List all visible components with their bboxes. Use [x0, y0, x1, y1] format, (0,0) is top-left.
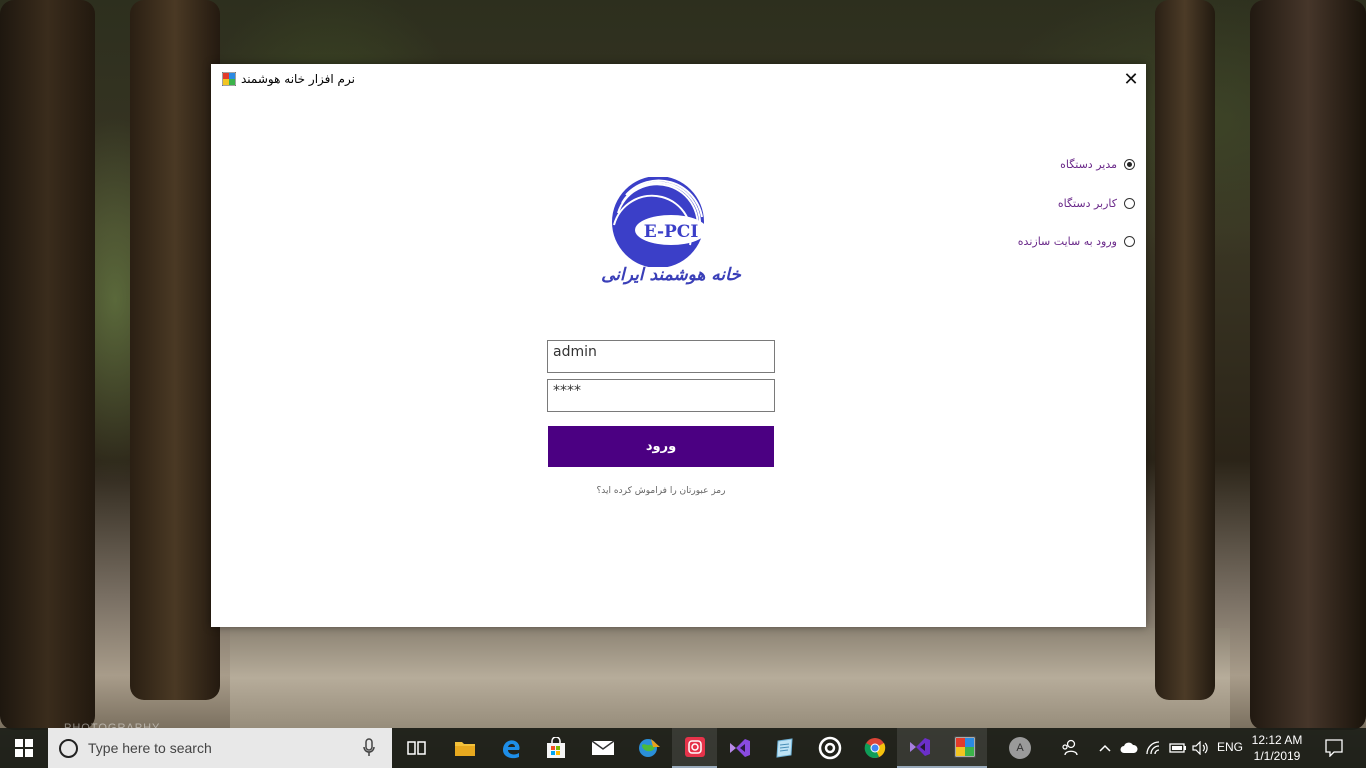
radio-button[interactable]: [1124, 198, 1135, 209]
file-explorer-icon: [454, 742, 475, 756]
radio-option-manufacturer-site[interactable]: ورود به سایت سازنده: [1018, 235, 1135, 248]
company-logo: E-PCI خانه هوشمند ایرانی: [596, 176, 761, 292]
input-language-indicator[interactable]: ENG: [1217, 740, 1243, 754]
cloud-icon: [1120, 742, 1138, 753]
notepad-button[interactable]: [762, 728, 807, 768]
tree-trunk: [130, 0, 220, 700]
edge-button[interactable]: [488, 728, 533, 768]
speaker-icon: [1192, 741, 1208, 755]
tray-overflow-button[interactable]: [1096, 728, 1114, 768]
groove-icon: [818, 736, 841, 760]
clock-time: 12:12 AM: [1251, 733, 1303, 747]
logo-brand-text: E-PCI: [644, 222, 699, 242]
chevron-up-icon: [1099, 744, 1111, 752]
radio-option-device-user[interactable]: کاربر دستگاه: [1058, 197, 1135, 210]
earth-app-icon: [638, 739, 660, 757]
notification-icon: [1325, 739, 1343, 757]
network-button[interactable]: [1143, 728, 1165, 768]
password-input[interactable]: ****: [547, 379, 775, 412]
store-button[interactable]: [533, 728, 578, 768]
wifi-icon: [1146, 741, 1160, 755]
chrome-button[interactable]: [852, 728, 897, 768]
battery-icon: [1169, 743, 1186, 753]
edge-icon: [502, 740, 520, 759]
smart-home-app-icon: [954, 736, 975, 758]
action-center-button[interactable]: [1318, 728, 1350, 768]
visual-studio-button[interactable]: [717, 728, 762, 768]
earth-app-button[interactable]: [626, 728, 671, 768]
mail-button[interactable]: [580, 728, 625, 768]
battery-button[interactable]: [1167, 728, 1189, 768]
title-bar[interactable]: نرم افزار خانه هوشمند ✕: [211, 64, 1146, 95]
close-icon: ✕: [1123, 69, 1139, 90]
radio-label: مدیر دستگاه: [1060, 158, 1117, 171]
taskbar-search-box[interactable]: Type here to search: [48, 728, 392, 768]
username-input[interactable]: admin: [547, 340, 775, 373]
login-window: نرم افزار خانه هوشمند ✕ مدیر دستگاه کارب…: [211, 64, 1146, 627]
task-view-icon: [406, 741, 426, 755]
system-clock[interactable]: 12:12 AM 1/1/2019: [1244, 732, 1310, 764]
tree-trunk: [1155, 0, 1215, 700]
people-icon: [1062, 739, 1078, 756]
tree-trunk: [1250, 0, 1366, 730]
radio-option-device-admin[interactable]: مدیر دستگاه: [1060, 158, 1135, 171]
app-icon: [222, 72, 236, 86]
tree-trunk: [0, 0, 95, 730]
clock-date: 1/1/2019: [1253, 749, 1301, 763]
chrome-icon: [864, 738, 885, 758]
windows-logo-icon: [15, 739, 33, 757]
radio-label: کاربر دستگاه: [1057, 197, 1117, 210]
forgot-password-link[interactable]: رمز عبورتان را فراموش کرده اید؟: [548, 486, 774, 496]
search-placeholder: Type here to search: [88, 740, 212, 756]
visual-studio-alt-button[interactable]: [897, 728, 942, 768]
instagram-icon: [684, 737, 705, 757]
user-avatar[interactable]: A: [1009, 737, 1031, 759]
notepad-icon: [775, 738, 793, 758]
close-button[interactable]: ✕: [1116, 64, 1146, 95]
window-title: نرم افزار خانه هوشمند: [241, 72, 355, 86]
groove-button[interactable]: [807, 728, 852, 768]
onedrive-button[interactable]: [1118, 728, 1140, 768]
radio-button-checked[interactable]: [1124, 159, 1135, 170]
visual-studio-alt-icon: [909, 738, 930, 756]
radio-button[interactable]: [1124, 236, 1135, 247]
file-explorer-button[interactable]: [442, 728, 487, 768]
store-icon: [546, 737, 565, 758]
mail-icon: [591, 740, 614, 755]
smart-home-app-button[interactable]: [942, 728, 987, 768]
instagram-button[interactable]: [672, 728, 717, 768]
taskbar: Type here to search A ENG 12:12 AM 1/1/2…: [0, 728, 1366, 768]
microphone-icon[interactable]: [362, 738, 376, 758]
logo-emblem-icon: E-PCI: [612, 176, 707, 268]
task-view-button[interactable]: [394, 728, 439, 768]
login-button[interactable]: ورود: [548, 426, 774, 467]
stone-floor: [230, 628, 1230, 728]
people-button[interactable]: [1058, 728, 1082, 768]
visual-studio-icon: [729, 739, 750, 757]
volume-button[interactable]: [1190, 728, 1212, 768]
logo-tagline: خانه هوشمند ایرانی: [601, 265, 741, 285]
radio-label: ورود به سایت سازنده: [1017, 235, 1117, 248]
start-button[interactable]: [0, 728, 48, 768]
cortana-icon: [59, 739, 78, 758]
